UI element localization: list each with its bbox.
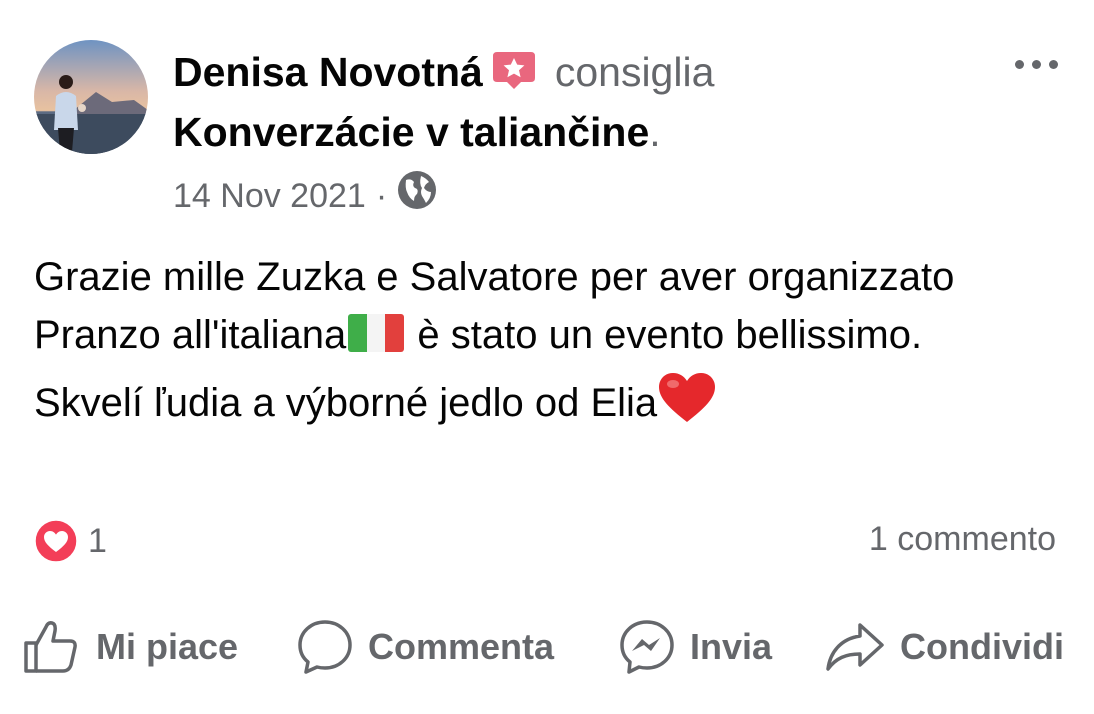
post-date[interactable]: 14 Nov 2021 [173,173,366,219]
post-action-bar: Mi piace Commenta Invia Condividi [22,616,1072,678]
page-name-suffix: . [649,109,661,155]
post-header-line: Denisa Novotná consiglia [173,44,714,104]
heart-reaction-icon [34,519,78,563]
messenger-icon [620,620,674,674]
reaction-count: 1 [88,521,107,560]
meta-separator: · [375,177,388,215]
comment-count[interactable]: 1 commento [869,516,1056,562]
recommended-page-name[interactable]: Konverzácie v taliančine [173,109,649,155]
more-options-icon[interactable] [1004,50,1068,78]
avatar[interactable] [34,40,148,154]
author-name[interactable]: Denisa Novotná [173,49,483,95]
share-button[interactable]: Condividi [824,616,1064,678]
share-icon [826,623,884,671]
like-label: Mi piace [96,626,239,667]
globe-icon[interactable] [397,170,437,222]
thumbs-up-icon [24,621,77,673]
comment-button[interactable]: Commenta [296,616,554,678]
post-meta: 14 Nov 2021 · [173,170,437,222]
send-button[interactable]: Invia [618,616,772,678]
recommendation-badge-icon [491,48,537,104]
comment-label: Commenta [368,626,555,667]
send-label: Invia [690,626,773,667]
share-label: Condividi [900,626,1064,667]
action-verb: consiglia [554,49,715,95]
like-button[interactable]: Mi piace [22,616,238,678]
recommended-page-line: Konverzácie v taliančine. [173,104,661,160]
italian-flag-emoji [346,310,406,372]
reaction-summary[interactable]: 1 [34,519,107,563]
comment-icon [298,620,352,674]
red-heart-emoji [657,372,717,440]
post-text: Grazie mille Zuzka e Salvatore per aver … [34,248,1034,440]
